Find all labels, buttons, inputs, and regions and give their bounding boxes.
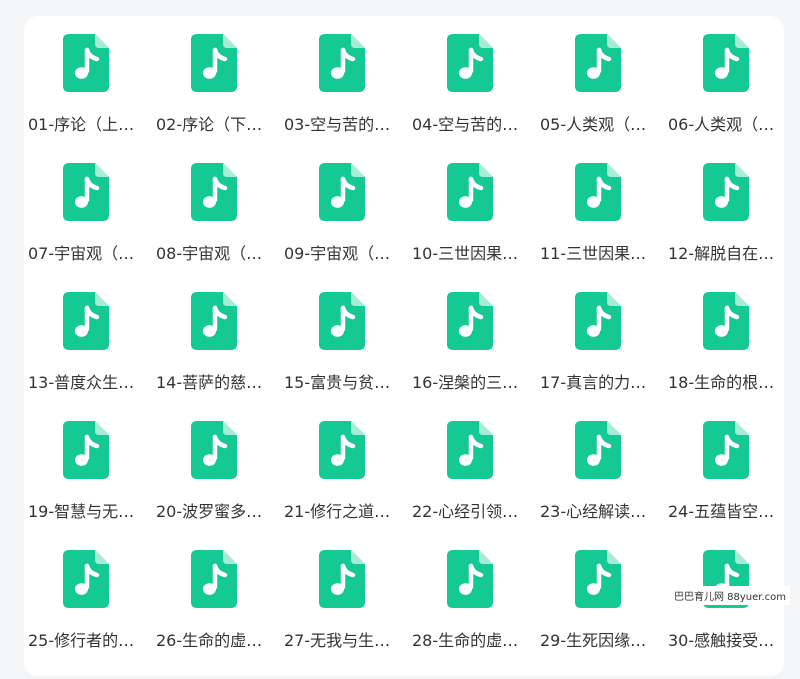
file-item[interactable]: 15-富贵与贫… [280, 292, 408, 421]
file-name: 03-空与苦的… [284, 115, 391, 134]
file-item[interactable]: 23-心经解读… [536, 421, 664, 550]
file-item[interactable]: 13-普度众生… [24, 292, 152, 421]
file-name: 09-宇宙观（… [284, 244, 391, 263]
file-name: 22-心经引领… [412, 502, 519, 521]
audio-file-icon [319, 292, 365, 350]
file-name: 25-修行者的… [28, 631, 135, 650]
audio-file-icon [447, 550, 493, 608]
file-name: 02-序论（下… [156, 115, 263, 134]
audio-file-icon [63, 421, 109, 479]
file-name: 24-五蕴皆空… [668, 502, 775, 521]
file-item[interactable]: 30-感触接受… [664, 550, 792, 679]
audio-file-icon [319, 550, 365, 608]
audio-file-icon [575, 421, 621, 479]
audio-file-icon [191, 550, 237, 608]
audio-file-icon [319, 34, 365, 92]
file-item[interactable]: 10-三世因果… [408, 163, 536, 292]
audio-file-icon [575, 34, 621, 92]
audio-file-icon [575, 550, 621, 608]
audio-file-icon [63, 292, 109, 350]
audio-file-icon [447, 163, 493, 221]
file-item[interactable]: 28-生命的虚… [408, 550, 536, 679]
file-item[interactable]: 19-智慧与无… [24, 421, 152, 550]
file-name: 27-无我与生… [284, 631, 391, 650]
file-name: 30-感触接受… [668, 631, 775, 650]
file-item[interactable]: 29-生死因缘… [536, 550, 664, 679]
audio-file-icon [575, 292, 621, 350]
file-item[interactable]: 26-生命的虚… [152, 550, 280, 679]
file-item[interactable]: 04-空与苦的… [408, 34, 536, 163]
audio-file-icon [703, 421, 749, 479]
file-name: 10-三世因果… [412, 244, 519, 263]
file-item[interactable]: 03-空与苦的… [280, 34, 408, 163]
audio-file-icon [703, 34, 749, 92]
file-name: 17-真言的力… [540, 373, 647, 392]
file-name: 19-智慧与无… [28, 502, 135, 521]
file-name: 21-修行之道… [284, 502, 391, 521]
file-name: 04-空与苦的… [412, 115, 519, 134]
file-item[interactable]: 25-修行者的… [24, 550, 152, 679]
file-item[interactable]: 20-波罗蜜多… [152, 421, 280, 550]
file-name: 18-生命的根… [668, 373, 775, 392]
file-name: 07-宇宙观（… [28, 244, 135, 263]
audio-file-icon [191, 34, 237, 92]
file-item[interactable]: 07-宇宙观（… [24, 163, 152, 292]
file-name: 16-涅槃的三… [412, 373, 519, 392]
file-item[interactable]: 24-五蕴皆空… [664, 421, 792, 550]
file-name: 06-人类观（… [668, 115, 775, 134]
file-item[interactable]: 18-生命的根… [664, 292, 792, 421]
file-name: 26-生命的虚… [156, 631, 263, 650]
file-item[interactable]: 16-涅槃的三… [408, 292, 536, 421]
audio-file-icon [575, 163, 621, 221]
file-item[interactable]: 02-序论（下… [152, 34, 280, 163]
audio-file-icon [191, 421, 237, 479]
file-grid: 01-序论（上… 02-序论（下… 03-空与苦的… 04-空与苦的… 05-人类观（…… [24, 34, 784, 679]
file-name: 23-心经解读… [540, 502, 647, 521]
audio-file-icon [447, 34, 493, 92]
audio-file-icon [319, 163, 365, 221]
file-item[interactable]: 14-菩萨的慈… [152, 292, 280, 421]
file-item[interactable]: 21-修行之道… [280, 421, 408, 550]
file-name: 01-序论（上… [28, 115, 135, 134]
audio-file-icon [191, 292, 237, 350]
audio-file-icon [703, 292, 749, 350]
file-name: 29-生死因缘… [540, 631, 647, 650]
file-name: 20-波罗蜜多… [156, 502, 263, 521]
file-name: 14-菩萨的慈… [156, 373, 263, 392]
file-name: 05-人类观（… [540, 115, 647, 134]
file-item[interactable]: 17-真言的力… [536, 292, 664, 421]
file-name: 15-富贵与贫… [284, 373, 391, 392]
file-grid-panel: 01-序论（上… 02-序论（下… 03-空与苦的… 04-空与苦的… 05-人类观（…… [24, 16, 784, 676]
audio-file-icon [63, 34, 109, 92]
file-name: 11-三世因果… [540, 244, 647, 263]
file-item[interactable]: 22-心经引领… [408, 421, 536, 550]
audio-file-icon [447, 292, 493, 350]
file-item[interactable]: 09-宇宙观（… [280, 163, 408, 292]
audio-file-icon [447, 421, 493, 479]
audio-file-icon [319, 421, 365, 479]
audio-file-icon [63, 550, 109, 608]
audio-file-icon [703, 163, 749, 221]
file-item[interactable]: 06-人类观（… [664, 34, 792, 163]
file-name: 13-普度众生… [28, 373, 135, 392]
file-name: 08-宇宙观（… [156, 244, 263, 263]
file-item[interactable]: 11-三世因果… [536, 163, 664, 292]
audio-file-icon [191, 163, 237, 221]
file-item[interactable]: 08-宇宙观（… [152, 163, 280, 292]
file-item[interactable]: 27-无我与生… [280, 550, 408, 679]
file-item[interactable]: 05-人类观（… [536, 34, 664, 163]
file-item[interactable]: 12-解脱自在… [664, 163, 792, 292]
watermark: 巴巴育儿网 88yuer.com [669, 586, 790, 605]
audio-file-icon [63, 163, 109, 221]
file-item[interactable]: 01-序论（上… [24, 34, 152, 163]
file-name: 12-解脱自在… [668, 244, 775, 263]
file-name: 28-生命的虚… [412, 631, 519, 650]
